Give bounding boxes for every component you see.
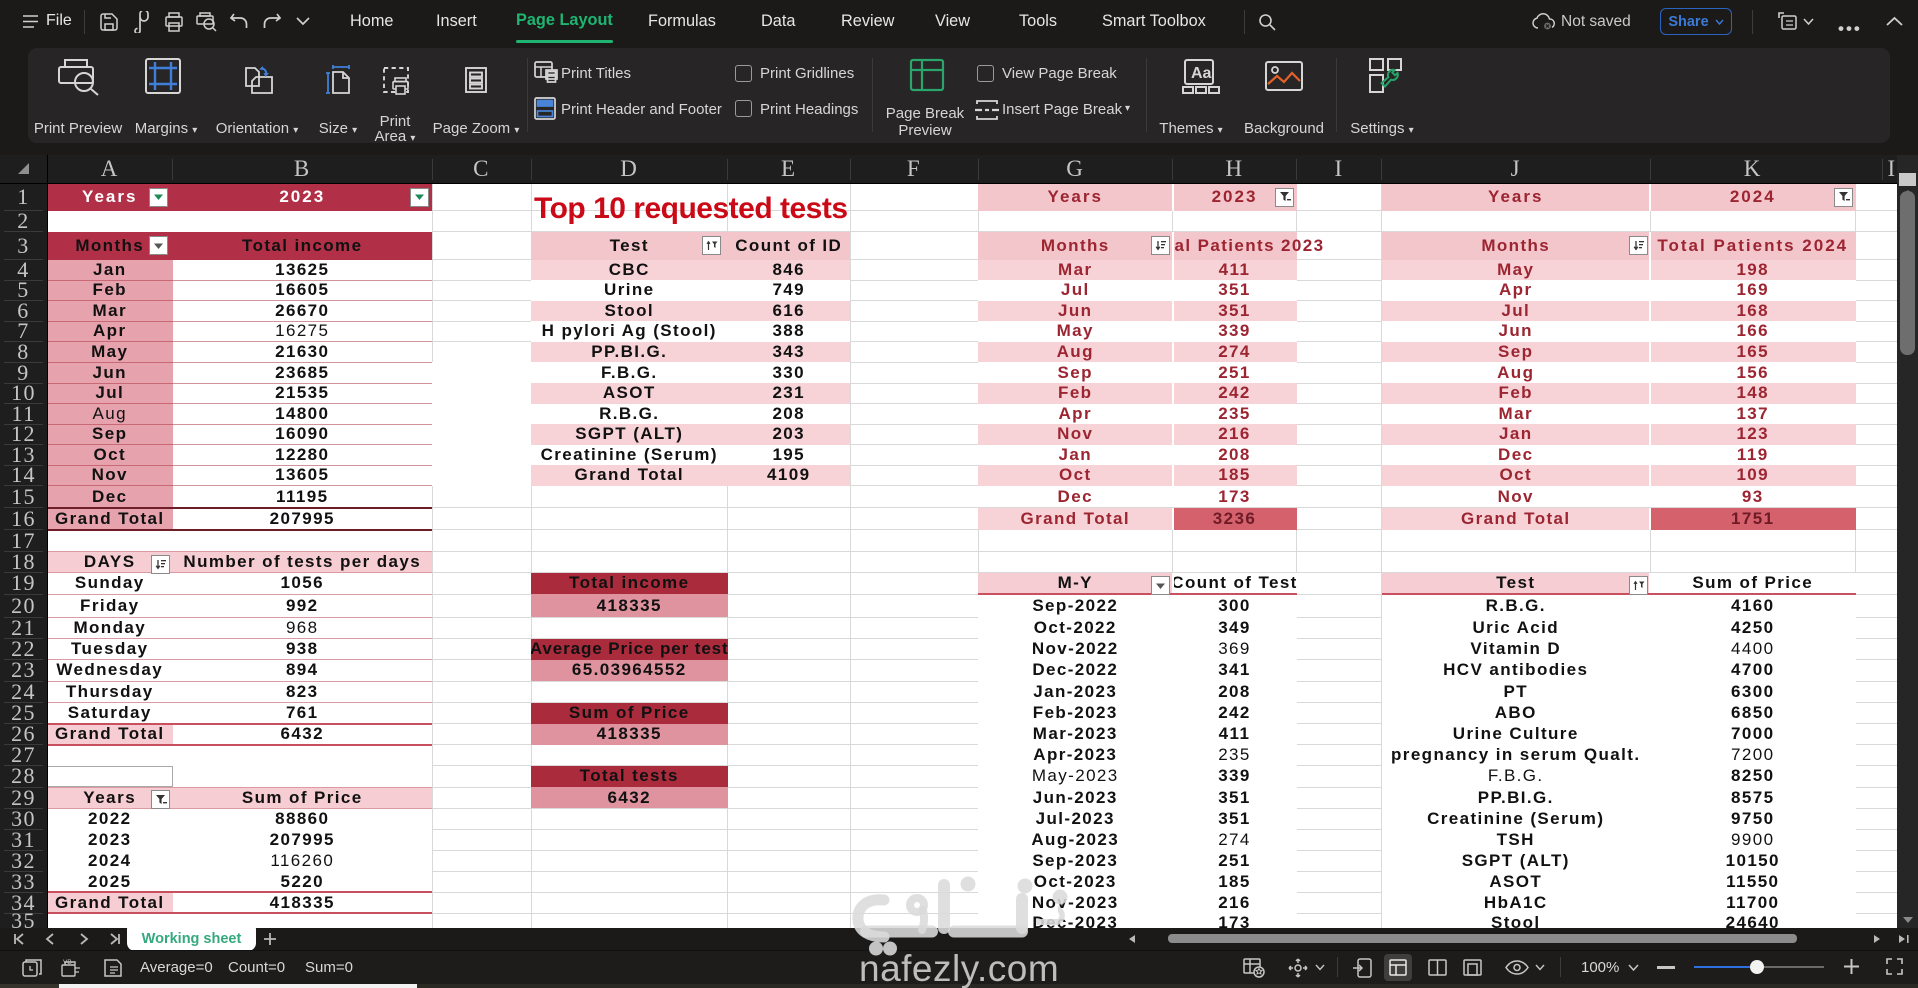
svg-text:nafezly.com: nafezly.com	[859, 948, 1059, 988]
svg-text:Aa: Aa	[1191, 65, 1212, 82]
svg-text:VB: VB	[63, 959, 72, 966]
